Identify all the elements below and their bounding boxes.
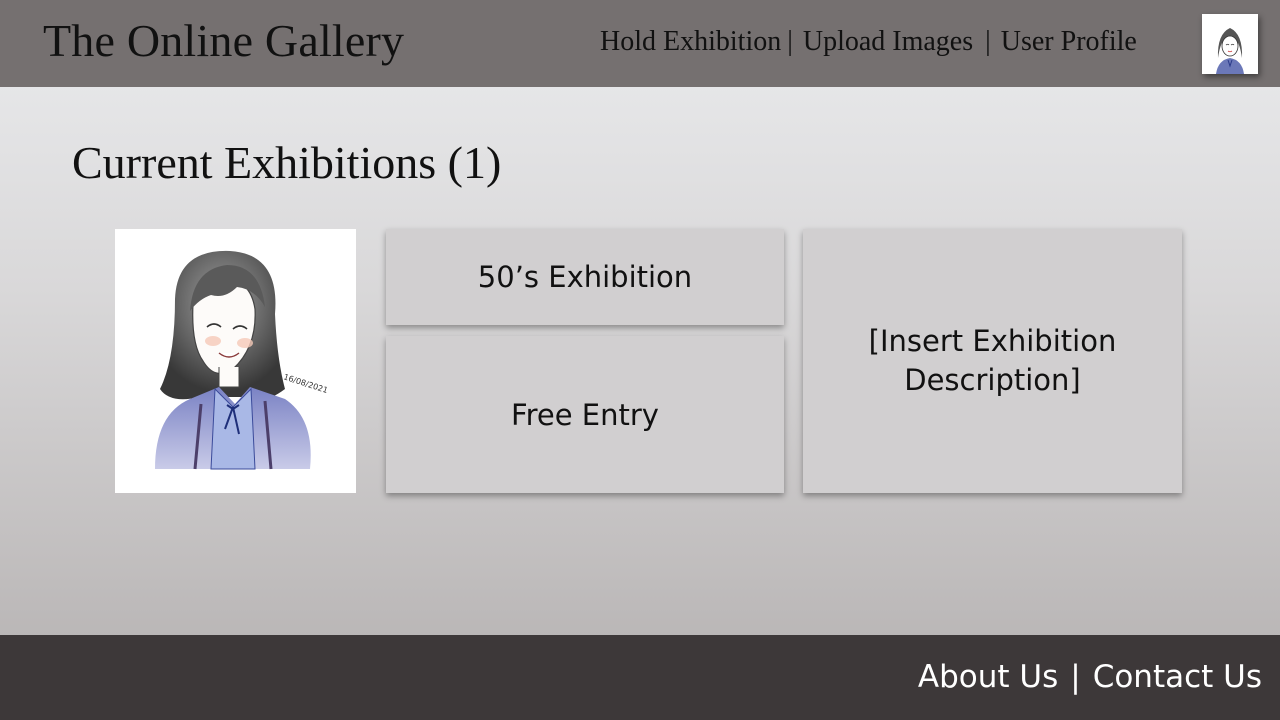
exhibition-artwork[interactable]: 16/08/2021	[115, 229, 356, 493]
nav-separator: |	[787, 26, 793, 57]
footer-about-link[interactable]: About Us	[918, 659, 1058, 695]
exhibition-name: 50’s Exhibition	[477, 260, 693, 294]
exhibition-name-card[interactable]: 50’s Exhibition	[386, 229, 784, 325]
site-title[interactable]: The Online Gallery	[43, 14, 404, 67]
exhibition-entry-card: Free Entry	[386, 336, 784, 493]
footer-links: About Us | Contact Us	[918, 659, 1262, 695]
artwork-signature: 16/08/2021	[282, 372, 329, 395]
footer-contact-link[interactable]: Contact Us	[1093, 659, 1262, 695]
nav-hold-exhibition[interactable]: Hold Exhibition	[600, 26, 781, 58]
nav-user-profile[interactable]: User Profile	[1001, 26, 1137, 58]
footer-bar: About Us | Contact Us	[0, 635, 1280, 720]
page-title: Current Exhibitions (1)	[72, 137, 502, 188]
nav-separator: |	[985, 26, 991, 57]
exhibition-description-card: [Insert Exhibition Description]	[803, 229, 1182, 493]
top-nav: Hold Exhibition | Upload Images | User P…	[600, 22, 1137, 62]
nav-upload-images[interactable]: Upload Images	[803, 26, 973, 58]
user-avatar-icon[interactable]	[1202, 14, 1258, 74]
exhibition-description: [Insert Exhibition Description]	[868, 324, 1117, 397]
header-bar: The Online Gallery Hold Exhibition | Upl…	[0, 0, 1280, 87]
footer-separator: |	[1070, 659, 1081, 695]
exhibition-entry: Free Entry	[511, 397, 659, 432]
portrait-drawing-icon: 16/08/2021	[155, 250, 329, 470]
